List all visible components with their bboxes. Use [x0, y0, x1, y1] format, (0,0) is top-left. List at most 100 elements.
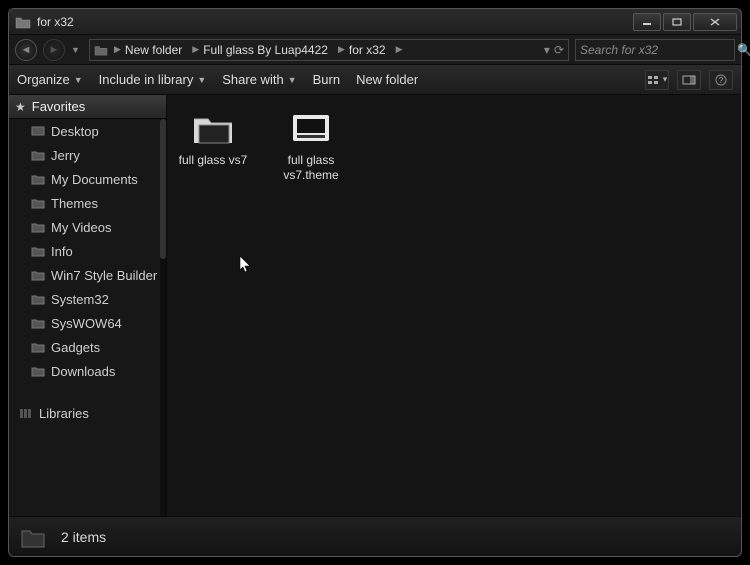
libraries-icon — [19, 407, 33, 419]
sidebar-item-documents[interactable]: My Documents — [9, 167, 166, 191]
sidebar-item-label: System32 — [51, 292, 109, 307]
organize-menu[interactable]: Organize ▼ — [17, 72, 83, 87]
burn-button[interactable]: Burn — [313, 72, 340, 87]
sidebar-item-label: My Documents — [51, 172, 138, 187]
maximize-button[interactable] — [663, 13, 691, 31]
sidebar-item-label: Win7 Style Builder — [51, 268, 157, 283]
folder-icon — [31, 197, 45, 209]
address-dropdown-icon[interactable]: ▾ — [544, 43, 550, 57]
explorer-window: for x32 ◄ ► ▼ ▶ New folder — [8, 8, 742, 557]
toolbar-label: Include in library — [99, 72, 194, 87]
cursor-icon — [239, 255, 253, 273]
folder-icon — [31, 173, 45, 185]
share-with-menu[interactable]: Share with ▼ — [222, 72, 296, 87]
toolbar-label: Organize — [17, 72, 70, 87]
status-bar: 2 items — [9, 516, 741, 556]
sidebar-item-libraries[interactable]: Libraries — [9, 401, 166, 425]
chevron-down-icon: ▾ — [663, 74, 668, 85]
address-bar[interactable]: ▶ New folder ▶ Full glass By Luap4422 ▶ … — [89, 39, 569, 61]
sidebar-item-downloads[interactable]: Downloads — [9, 359, 166, 383]
sidebar-item-videos[interactable]: My Videos — [9, 215, 166, 239]
view-options-button[interactable]: ▾ — [645, 70, 669, 90]
breadcrumb[interactable]: ▶ for x32 — [332, 43, 390, 57]
folder-icon — [31, 149, 45, 161]
sidebar-item-info[interactable]: Info — [9, 239, 166, 263]
folder-icon — [31, 125, 45, 137]
sidebar-item-label: My Videos — [51, 220, 111, 235]
sidebar-item-label: Downloads — [51, 364, 115, 379]
folder-icon — [31, 341, 45, 353]
body: ★ Favorites Desktop Jerry My Documents T… — [9, 95, 741, 516]
file-label: full glass vs7 — [179, 153, 248, 168]
folder-icon — [31, 269, 45, 281]
sidebar-item-label: Libraries — [39, 406, 89, 421]
toolbar-label: Share with — [222, 72, 283, 87]
status-text: 2 items — [61, 529, 106, 545]
folder-icon — [31, 317, 45, 329]
search-box[interactable]: 🔍 — [575, 39, 735, 61]
breadcrumb[interactable]: ▶ New folder — [108, 43, 186, 57]
sidebar-item-label: Gadgets — [51, 340, 100, 355]
chevron-right-icon: ▶ — [192, 44, 199, 55]
nav-history-dropdown[interactable]: ▼ — [71, 45, 83, 55]
close-button[interactable] — [693, 13, 737, 31]
sidebar-item-gadgets[interactable]: Gadgets — [9, 335, 166, 359]
scrollbar-thumb[interactable] — [160, 119, 166, 259]
refresh-icon[interactable]: ⟳ — [554, 43, 564, 57]
theme-file-icon — [287, 109, 335, 149]
search-icon[interactable]: 🔍 — [737, 43, 750, 57]
minimize-button[interactable] — [633, 13, 661, 31]
back-button[interactable]: ◄ — [15, 39, 37, 61]
sidebar-item-label: SysWOW64 — [51, 316, 122, 331]
navigation-pane: ★ Favorites Desktop Jerry My Documents T… — [9, 95, 167, 516]
svg-text:?: ? — [719, 76, 724, 85]
toolbar-label: New folder — [356, 72, 418, 87]
favorites-header[interactable]: ★ Favorites — [9, 95, 166, 119]
breadcrumb[interactable]: ▶ Full glass By Luap4422 — [186, 43, 332, 57]
file-item-folder[interactable]: full glass vs7 — [177, 109, 249, 168]
folder-icon — [94, 44, 108, 56]
sidebar-item-syswow64[interactable]: SysWOW64 — [9, 311, 166, 335]
folder-icon — [189, 109, 237, 149]
sidebar-item-label: Jerry — [51, 148, 80, 163]
chevron-right-icon: ▶ — [338, 44, 345, 55]
new-folder-button[interactable]: New folder — [356, 72, 418, 87]
favorites-label: Favorites — [32, 99, 85, 114]
titlebar: for x32 — [9, 9, 741, 35]
chevron-down-icon: ▼ — [74, 75, 83, 85]
window-title: for x32 — [37, 15, 633, 29]
folder-icon — [31, 245, 45, 257]
chevron-down-icon: ▼ — [197, 75, 206, 85]
folder-icon — [31, 221, 45, 233]
sidebar-item-win7-style-builder[interactable]: Win7 Style Builder — [9, 263, 166, 287]
window-controls — [633, 13, 737, 31]
breadcrumb-label: for x32 — [349, 43, 386, 57]
chevron-right-icon: ▶ — [114, 44, 121, 55]
chevron-down-icon: ▼ — [288, 75, 297, 85]
folder-icon — [19, 523, 47, 551]
star-icon: ★ — [15, 100, 26, 114]
file-label: full glass vs7.theme — [275, 153, 347, 183]
sidebar-item-label: Info — [51, 244, 73, 259]
help-button[interactable]: ? — [709, 70, 733, 90]
search-input[interactable] — [580, 43, 737, 57]
chevron-right-icon: ▶ — [396, 44, 403, 55]
toolbar-label: Burn — [313, 72, 340, 87]
folder-icon — [15, 15, 31, 29]
sidebar-item-desktop[interactable]: Desktop — [9, 119, 166, 143]
preview-pane-button[interactable] — [677, 70, 701, 90]
sidebar-item-jerry[interactable]: Jerry — [9, 143, 166, 167]
breadcrumb-label: New folder — [125, 43, 182, 57]
sidebar-item-label: Desktop — [51, 124, 99, 139]
breadcrumb-label: Full glass By Luap4422 — [203, 43, 328, 57]
forward-button[interactable]: ► — [43, 39, 65, 61]
breadcrumb-end: ▶ — [390, 44, 407, 55]
include-library-menu[interactable]: Include in library ▼ — [99, 72, 207, 87]
file-list[interactable]: full glass vs7 full glass vs7.theme — [167, 95, 741, 516]
sidebar-item-themes[interactable]: Themes — [9, 191, 166, 215]
toolbar: Organize ▼ Include in library ▼ Share wi… — [9, 65, 741, 95]
address-row: ◄ ► ▼ ▶ New folder ▶ Full glass By Luap4… — [9, 35, 741, 65]
file-item-theme[interactable]: full glass vs7.theme — [275, 109, 347, 183]
sidebar-item-label: Themes — [51, 196, 98, 211]
sidebar-item-system32[interactable]: System32 — [9, 287, 166, 311]
